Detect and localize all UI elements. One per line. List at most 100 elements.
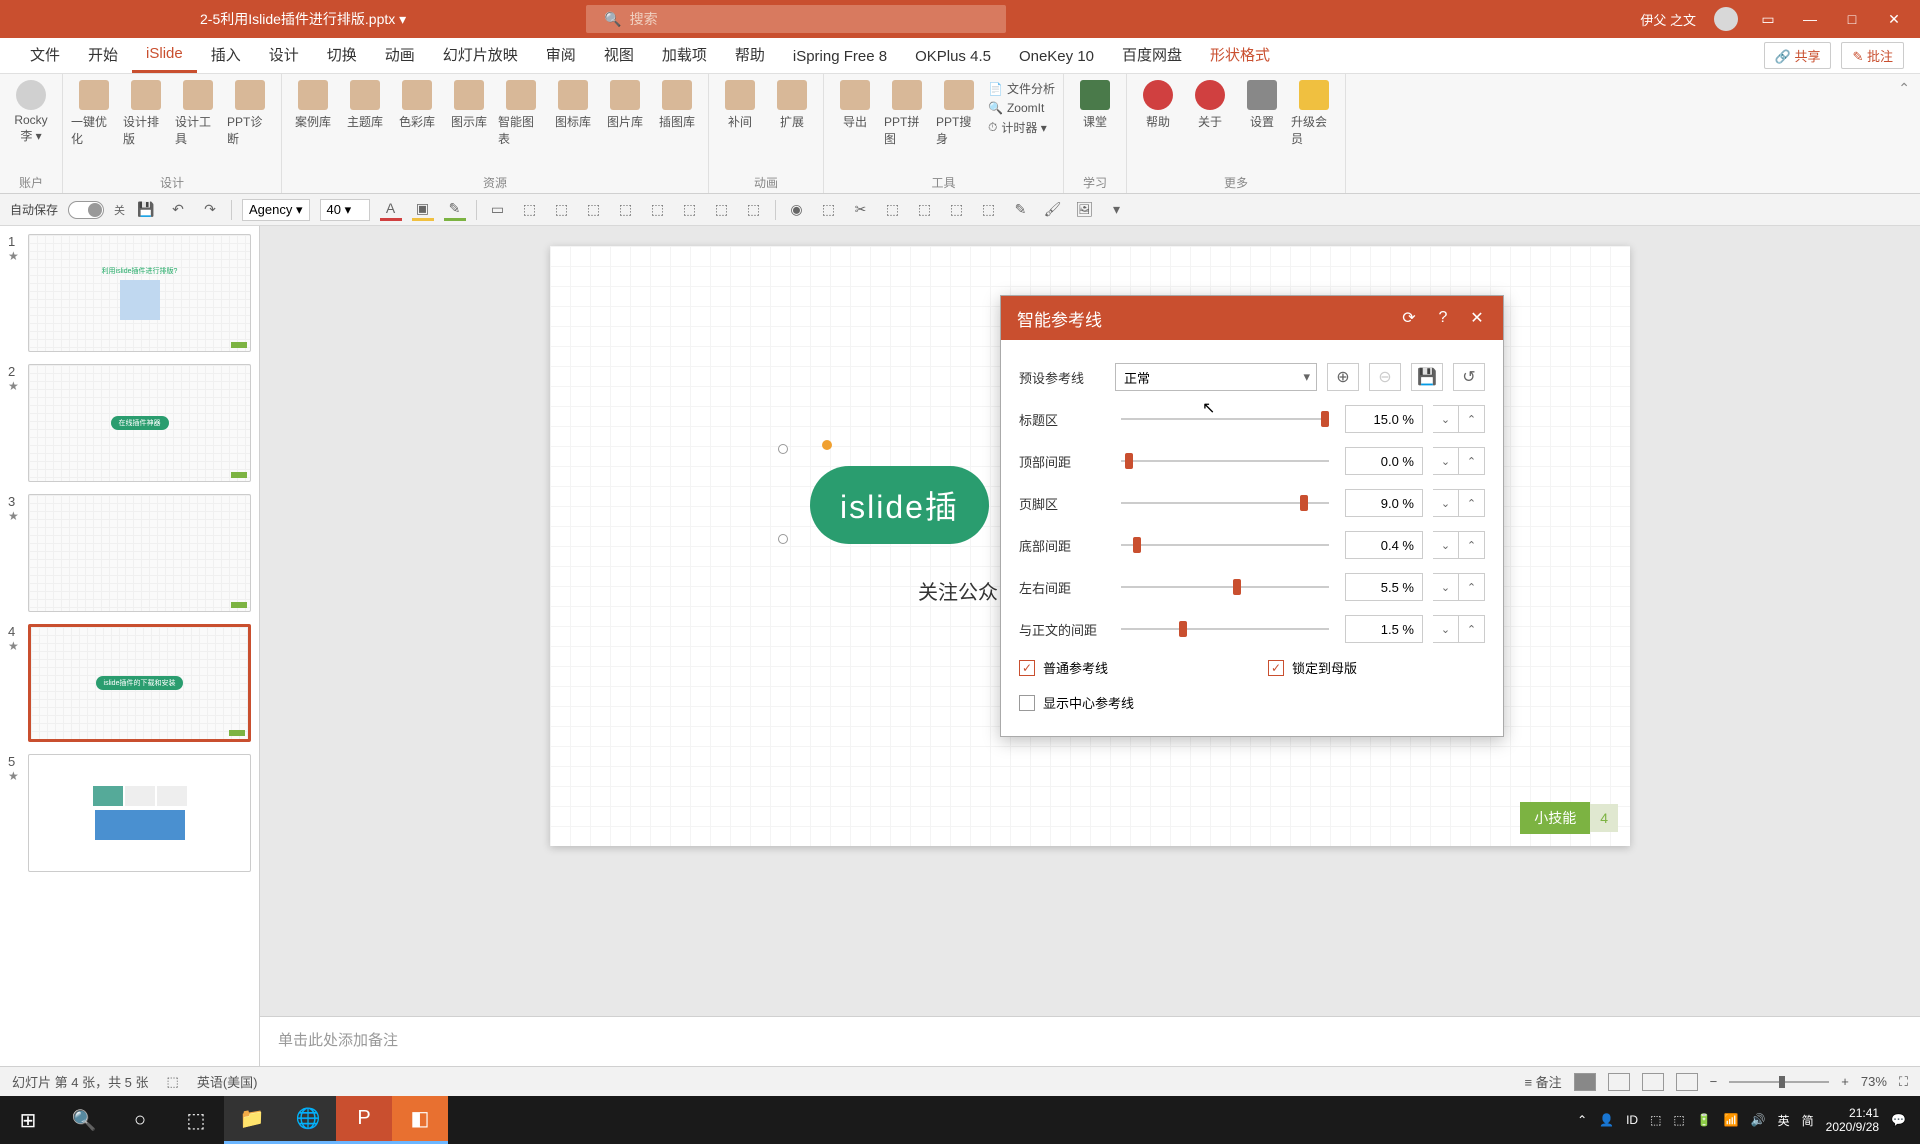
ribbon-upgrade[interactable]: 升级会员 [1291,80,1337,147]
qat-icon-3[interactable]: ⬚ [551,199,573,221]
qat-icon-18[interactable]: 🖌 [1042,199,1064,221]
qat-icon-2[interactable]: ⬚ [519,199,541,221]
ribbon-collapse-icon[interactable]: ⌃ [1888,74,1920,193]
notes-pane[interactable]: 单击此处添加备注 [260,1016,1920,1066]
qat-icon-10[interactable]: ◉ [786,199,808,221]
qat-icon-8[interactable]: ⬚ [711,199,733,221]
ribbon-diagram-lib[interactable]: 图示库 [446,80,492,130]
rotate-handle[interactable] [822,440,832,450]
search-button[interactable]: 🔍 [56,1096,112,1144]
close-icon[interactable]: ✕ [1882,7,1906,31]
lock-master-checkbox[interactable]: ✓锁定到母版 [1268,658,1357,677]
refresh-icon[interactable]: ⟳ [1399,308,1419,328]
normal-view-icon[interactable] [1574,1073,1596,1091]
zoom-level[interactable]: 73% [1861,1074,1887,1089]
notification-icon[interactable]: 💬 [1891,1113,1906,1127]
fit-window-icon[interactable]: ⛶ [1899,1074,1908,1090]
ribbon-account[interactable]: Rocky 李 ▾ [8,80,54,144]
ribbon-class[interactable]: 课堂 [1072,80,1118,130]
eyedropper-icon[interactable]: ✎ [1010,199,1032,221]
ribbon-ppt-search[interactable]: PPT搜身 [936,80,982,147]
spin-down[interactable]: ⌄ [1433,573,1459,601]
resize-handle[interactable] [778,534,788,544]
tab-help[interactable]: 帮助 [721,36,779,73]
qat-icon-1[interactable]: ▭ [487,199,509,221]
chrome-icon[interactable]: 🌐 [280,1096,336,1144]
lr-margin-slider[interactable] [1121,586,1329,588]
zoom-out-icon[interactable]: − [1710,1074,1718,1089]
zoom-in-icon[interactable]: + [1841,1074,1849,1089]
ribbon-zoomit[interactable]: 🔍 ZoomIt [988,101,1055,115]
qat-icon-7[interactable]: ⬚ [679,199,701,221]
qat-icon-16[interactable]: ⬚ [978,199,1000,221]
tab-okplus[interactable]: OKPlus 4.5 [901,40,1005,73]
clock[interactable]: 21:41 2020/9/28 [1826,1106,1879,1135]
ribbon-about[interactable]: 关于 [1187,80,1233,130]
username[interactable]: 伊父 之文 [1640,10,1696,29]
notes-button[interactable]: ≡ 备注 [1524,1072,1561,1091]
ribbon-help[interactable]: 帮助 [1135,80,1181,130]
tab-shape-format[interactable]: 形状格式 [1196,36,1284,73]
normal-guides-checkbox[interactable]: ✓普通参考线 [1019,658,1108,677]
spin-down[interactable]: ⌄ [1433,447,1459,475]
qat-icon-11[interactable]: ⬚ [818,199,840,221]
cortana-icon[interactable]: ○ [112,1096,168,1144]
thumbnail-4[interactable]: islide插件的下载和安装 [28,624,251,742]
maximize-icon[interactable]: □ [1840,7,1864,31]
tray-icon-2[interactable]: ⬚ [1673,1113,1684,1127]
slide-panel[interactable]: 1★ 利用islide插件进行排版? 2★ 在线插件神器 3★ 4★ islid… [0,226,260,1066]
tab-transitions[interactable]: 切换 [313,36,371,73]
tab-review[interactable]: 审阅 [532,36,590,73]
spin-down[interactable]: ⌄ [1433,489,1459,517]
bottom-margin-value[interactable]: 0.4 % [1345,531,1423,559]
ribbon-design-layout[interactable]: 设计排版 [123,80,169,147]
ribbon-smart-chart[interactable]: 智能图表 [498,80,544,147]
qat-icon-19[interactable]: 🖼 [1074,199,1096,221]
avatar[interactable] [1714,7,1738,31]
ribbon-color-lib[interactable]: 色彩库 [394,80,440,130]
qat-more-icon[interactable]: ▾ [1106,199,1128,221]
redo-icon[interactable]: ↷ [199,199,221,221]
comment-button[interactable]: ✎ 批注 [1841,42,1904,69]
save-icon[interactable]: 💾 [135,199,157,221]
spin-up[interactable]: ⌃ [1459,573,1485,601]
tab-slideshow[interactable]: 幻灯片放映 [429,36,532,73]
font-name-select[interactable]: Agency ▾ [242,199,310,221]
subtitle-text[interactable]: 关注公众 [918,576,998,605]
spin-up[interactable]: ⌃ [1459,489,1485,517]
slide-indicator[interactable]: 幻灯片 第 4 张，共 5 张 [12,1072,149,1091]
thumbnail-3[interactable] [28,494,251,612]
tray-chevron-icon[interactable]: ⌃ [1577,1113,1587,1127]
title-shape[interactable]: islide插 [810,466,989,544]
search-box[interactable]: 🔍 搜索 [586,5,1006,33]
shape-fill-icon[interactable]: ✎ [444,199,466,221]
app-icon[interactable]: ◧ [392,1096,448,1144]
title-area-slider[interactable] [1121,418,1329,420]
tray-volume-icon[interactable]: 🔊 [1751,1113,1766,1127]
qat-icon-13[interactable]: ⬚ [882,199,904,221]
help-icon[interactable]: ? [1433,308,1453,328]
tab-addins[interactable]: 加载项 [648,36,721,73]
start-button[interactable]: ⊞ [0,1096,56,1144]
tab-onekey[interactable]: OneKey 10 [1005,40,1108,73]
tray-id-icon[interactable]: ID [1626,1113,1638,1127]
preset-select[interactable]: 正常▾ [1115,363,1317,391]
spin-down[interactable]: ⌄ [1433,531,1459,559]
ribbon-image-lib[interactable]: 图片库 [602,80,648,130]
body-gap-value[interactable]: 1.5 % [1345,615,1423,643]
ribbon-illust-lib[interactable]: 插图库 [654,80,700,130]
footer-area-slider[interactable] [1121,502,1329,504]
minimize-icon[interactable]: — [1798,7,1822,31]
task-view-icon[interactable]: ⬚ [168,1096,224,1144]
tab-animations[interactable]: 动画 [371,36,429,73]
tab-design[interactable]: 设计 [255,36,313,73]
share-button[interactable]: 🔗 共享 [1764,42,1832,69]
qat-icon-9[interactable]: ⬚ [743,199,765,221]
close-icon[interactable]: ✕ [1467,308,1487,328]
center-guides-checkbox[interactable]: ✓显示中心参考线 [1019,693,1134,712]
thumbnail-5[interactable] [28,754,251,872]
zoom-slider[interactable] [1729,1081,1829,1083]
top-margin-value[interactable]: 0.0 % [1345,447,1423,475]
spin-down[interactable]: ⌄ [1433,405,1459,433]
ribbon-display-options-icon[interactable]: ▭ [1756,7,1780,31]
